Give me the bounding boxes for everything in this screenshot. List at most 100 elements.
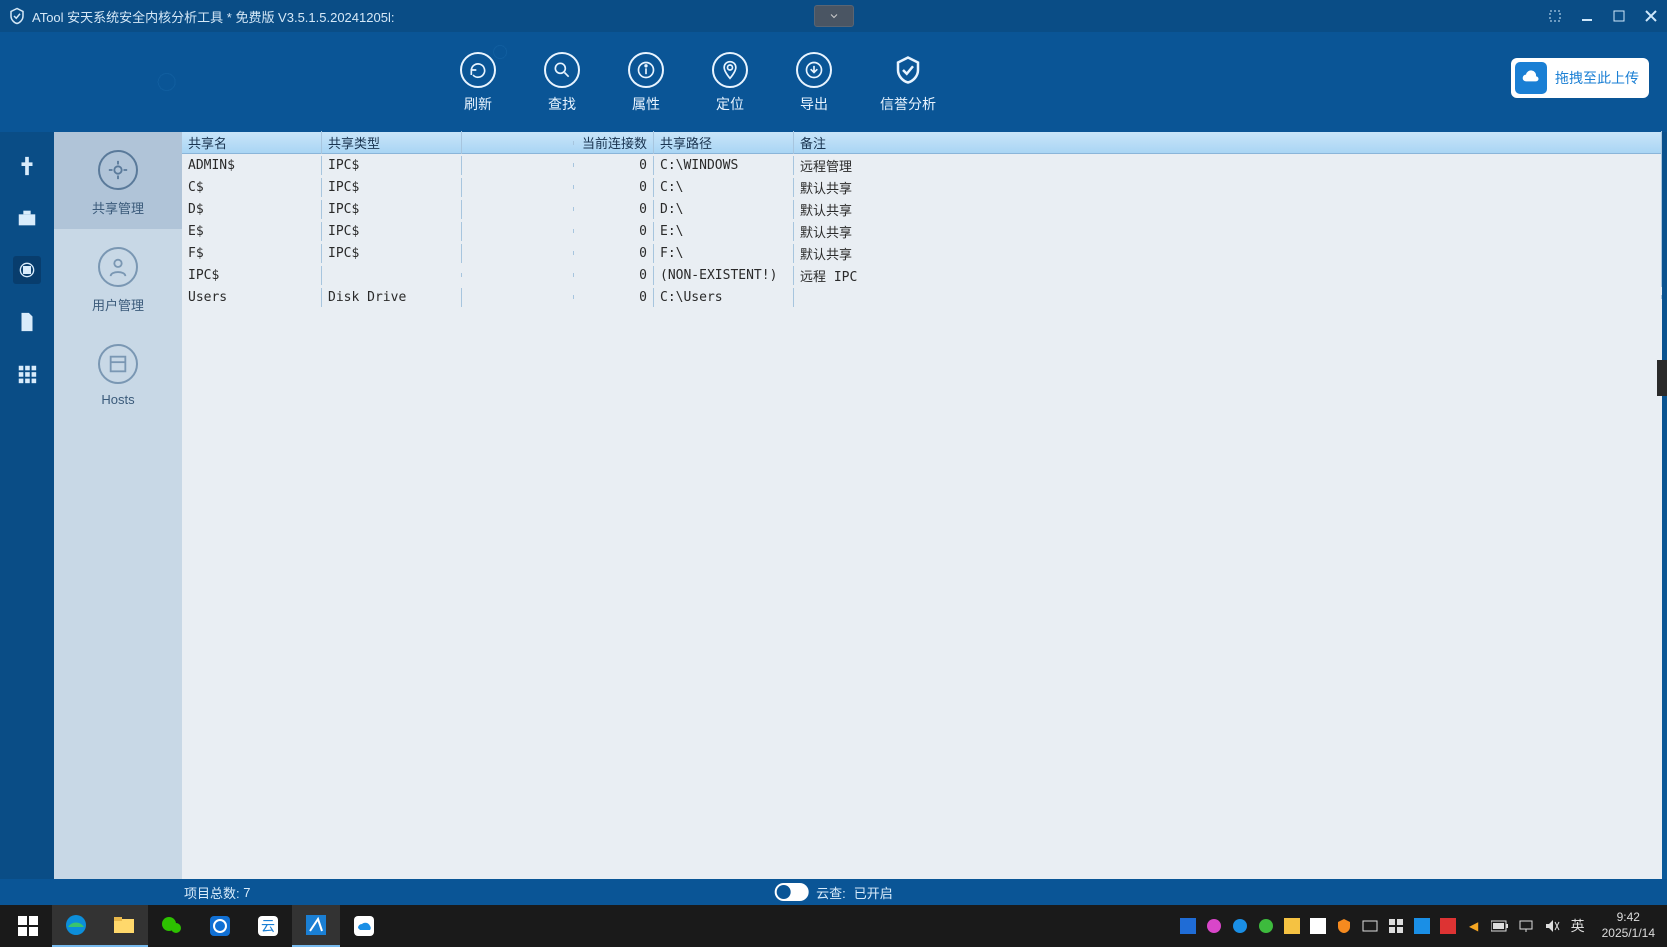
- cell-note: 默认共享: [794, 176, 1662, 199]
- tray-battery-icon[interactable]: [1490, 916, 1510, 936]
- tray-icon[interactable]: [1230, 916, 1250, 936]
- sidebar-item-share-manage[interactable]: 共享管理: [54, 132, 182, 229]
- tray-icon[interactable]: [1334, 916, 1354, 936]
- cell-type: IPC$: [322, 156, 462, 175]
- cell-conn: 0: [574, 222, 654, 241]
- col-header-extra[interactable]: [462, 141, 574, 145]
- tray-icon[interactable]: [1204, 916, 1224, 936]
- share-icon: [98, 150, 138, 190]
- upload-dropzone[interactable]: 拖拽至此上传: [1511, 58, 1649, 98]
- taskbar-app-blue[interactable]: [196, 905, 244, 947]
- left-nav: [0, 132, 54, 879]
- export-icon: [796, 52, 832, 88]
- cell-path: (NON-EXISTENT!): [654, 266, 794, 285]
- table-row[interactable]: E$IPC$0E:\默认共享: [182, 220, 1662, 242]
- cell-type: IPC$: [322, 178, 462, 197]
- start-button[interactable]: [4, 905, 52, 947]
- sub-sidebar: 共享管理 用户管理 Hosts: [54, 132, 182, 879]
- cell-note: 远程 IPC: [794, 264, 1662, 287]
- title-bar: ATool 安天系统安全内核分析工具 * 免费版 V3.5.1.5.202412…: [0, 0, 1667, 32]
- tray-icon[interactable]: [1360, 916, 1380, 936]
- chevron-down-icon: [828, 10, 840, 22]
- col-header-name[interactable]: 共享名: [182, 131, 322, 154]
- locate-button[interactable]: 定位: [712, 52, 748, 114]
- table-row[interactable]: C$IPC$0C:\默认共享: [182, 176, 1662, 198]
- cell-name: D$: [182, 200, 322, 219]
- app-status-bar: 项目总数: 7 云查: 已开启: [0, 879, 1667, 905]
- table-row[interactable]: ADMIN$IPC$0C:\WINDOWS远程管理: [182, 154, 1662, 176]
- reputation-button[interactable]: 信誉分析: [880, 52, 936, 114]
- properties-button[interactable]: 属性: [628, 52, 664, 114]
- tray-icon[interactable]: [1308, 916, 1328, 936]
- properties-label: 属性: [632, 94, 660, 114]
- tray-volume-icon[interactable]: [1542, 916, 1562, 936]
- cell-note: 默认共享: [794, 198, 1662, 221]
- clock-time: 9:42: [1602, 910, 1655, 926]
- nav-briefcase-icon[interactable]: [13, 204, 41, 232]
- cell-note: 远程管理: [794, 154, 1662, 177]
- refresh-button[interactable]: 刷新: [460, 52, 496, 114]
- cell-note: 默认共享: [794, 220, 1662, 243]
- sidebar-item-hosts[interactable]: Hosts: [54, 326, 182, 419]
- right-edge-handle[interactable]: [1657, 360, 1667, 396]
- nav-tools-icon[interactable]: [13, 152, 41, 180]
- col-header-type[interactable]: 共享类型: [322, 131, 462, 154]
- app-shield-icon: [8, 7, 26, 25]
- cell-name: ADMIN$: [182, 156, 322, 175]
- cell-type: Disk Drive: [322, 288, 462, 307]
- window-close-button[interactable]: [1643, 8, 1659, 24]
- tray-icon[interactable]: [1282, 916, 1302, 936]
- title-dropdown[interactable]: [814, 5, 854, 27]
- table-header: 共享名 共享类型 当前连接数 共享路径 备注: [182, 132, 1662, 154]
- taskbar-atool[interactable]: [292, 905, 340, 947]
- upload-label: 拖拽至此上传: [1555, 68, 1639, 88]
- col-header-note[interactable]: 备注: [794, 131, 1662, 154]
- sidebar-label: Hosts: [54, 392, 182, 407]
- tray-icon[interactable]: [1386, 916, 1406, 936]
- table-row[interactable]: F$IPC$0F:\默认共享: [182, 242, 1662, 264]
- window-restore-button[interactable]: [1547, 8, 1563, 24]
- tray-overflow-icon[interactable]: ◀: [1464, 916, 1484, 936]
- taskbar-clock[interactable]: 9:42 2025/1/14: [1594, 910, 1655, 941]
- cloud-toggle[interactable]: [774, 883, 808, 901]
- col-header-path[interactable]: 共享路径: [654, 131, 794, 154]
- export-button[interactable]: 导出: [796, 52, 832, 114]
- info-icon: [628, 52, 664, 88]
- taskbar-explorer[interactable]: [100, 905, 148, 947]
- tray-icon[interactable]: [1412, 916, 1432, 936]
- window-controls: [1547, 8, 1659, 24]
- tray-network-icon[interactable]: [1516, 916, 1536, 936]
- nav-file-icon[interactable]: [13, 308, 41, 336]
- col-header-conn[interactable]: 当前连接数: [574, 131, 654, 154]
- tray-icon[interactable]: [1438, 916, 1458, 936]
- taskbar-baidu-cloud[interactable]: [340, 905, 388, 947]
- search-button[interactable]: 查找: [544, 52, 580, 114]
- item-count-label: 项目总数:: [184, 883, 240, 902]
- cell-conn: 0: [574, 266, 654, 285]
- tray-icon[interactable]: [1256, 916, 1276, 936]
- cell-name: C$: [182, 178, 322, 197]
- taskbar-edge[interactable]: [52, 905, 100, 947]
- cell-note: 默认共享: [794, 242, 1662, 265]
- taskbar-cloud-app[interactable]: 云: [244, 905, 292, 947]
- tray-ime[interactable]: 英: [1568, 916, 1588, 936]
- taskbar-wechat[interactable]: [148, 905, 196, 947]
- table-row[interactable]: D$IPC$0D:\默认共享: [182, 198, 1662, 220]
- window-minimize-button[interactable]: [1579, 8, 1595, 24]
- cell-extra: [462, 229, 574, 233]
- table-row[interactable]: UsersDisk Drive0C:\Users: [182, 286, 1662, 308]
- cell-name: Users: [182, 288, 322, 307]
- nav-windows-icon[interactable]: [13, 256, 41, 284]
- table-body: ADMIN$IPC$0C:\WINDOWS远程管理C$IPC$0C:\默认共享D…: [182, 154, 1662, 308]
- refresh-icon: [460, 52, 496, 88]
- cell-type: IPC$: [322, 222, 462, 241]
- window-maximize-button[interactable]: [1611, 8, 1627, 24]
- cell-extra: [462, 185, 574, 189]
- sidebar-item-user-manage[interactable]: 用户管理: [54, 229, 182, 326]
- export-label: 导出: [800, 94, 828, 114]
- table-row[interactable]: IPC$0(NON-EXISTENT!)远程 IPC: [182, 264, 1662, 286]
- tray-icon[interactable]: [1178, 916, 1198, 936]
- cell-path: C:\Users: [654, 288, 794, 307]
- nav-grid-icon[interactable]: [13, 360, 41, 388]
- cell-path: E:\: [654, 222, 794, 241]
